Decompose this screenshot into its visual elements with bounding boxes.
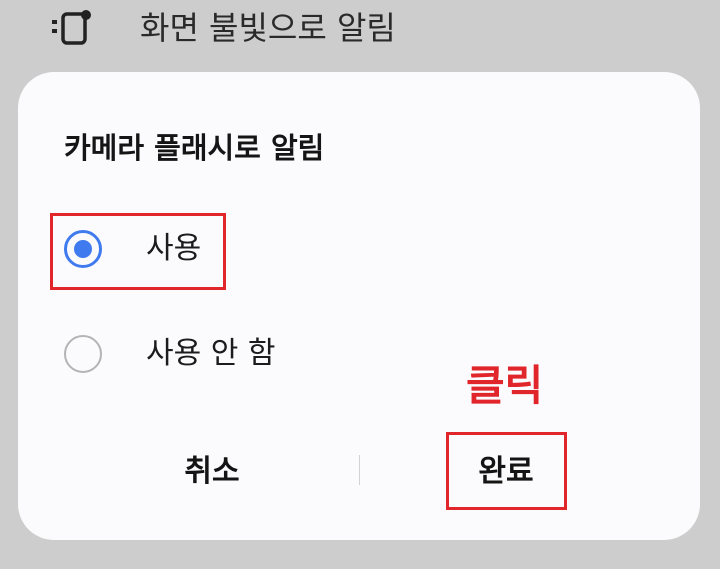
screen-flash-icon — [50, 10, 94, 46]
screen-flash-notification-label: 화면 불빛으로 알림 — [140, 9, 396, 47]
camera-flash-notification-dialog: 카메라 플래시로 알림 사용 사용 안 함 클릭 취소 완료 — [18, 72, 700, 540]
option-do-not-use-label: 사용 안 함 — [146, 336, 276, 371]
done-button[interactable]: 완료 — [446, 444, 566, 500]
option-do-not-use[interactable]: 사용 안 함 — [48, 319, 468, 389]
button-divider — [359, 455, 360, 485]
radio-button-checked[interactable] — [64, 230, 102, 268]
radio-button-unchecked[interactable] — [64, 335, 102, 373]
screen-flash-notification-row: 화면 불빛으로 알림 — [0, 0, 720, 56]
radio-checked-dot-icon — [74, 240, 92, 258]
option-use[interactable]: 사용 — [48, 214, 468, 284]
cancel-button[interactable]: 취소 — [146, 444, 278, 500]
dialog-title: 카메라 플래시로 알림 — [64, 131, 325, 165]
click-annotation-label: 클릭 — [466, 361, 544, 410]
option-use-label: 사용 — [146, 231, 202, 266]
